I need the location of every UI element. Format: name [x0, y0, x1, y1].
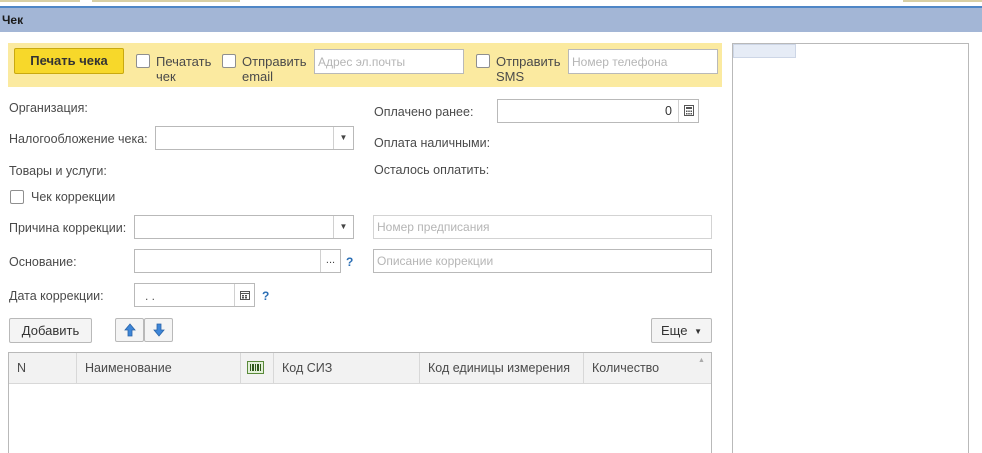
scroll-up-icon[interactable]: ▲: [698, 357, 705, 364]
select-ellipsis-button[interactable]: ...: [320, 250, 340, 272]
print-check-button[interactable]: Печать чека: [14, 48, 124, 74]
column-header-marking[interactable]: [241, 353, 274, 384]
table-header: N Наименование Код СИЗ Код единицы измер…: [9, 353, 711, 384]
correction-check-label: Чек коррекции: [31, 190, 116, 204]
tab-stub: [92, 0, 240, 2]
phone-input[interactable]: Номер телефона: [568, 49, 718, 74]
tab-stub: [903, 0, 982, 2]
print-check-label: Печатать чек: [156, 54, 212, 84]
chevron-down-icon[interactable]: ▼: [333, 127, 353, 149]
barcode-icon: [247, 361, 264, 374]
cash-payment-label: Оплата наличными:: [374, 136, 491, 150]
correction-date-label: Дата коррекции:: [9, 289, 104, 303]
send-email-checkbox[interactable]: [222, 54, 236, 68]
correction-date-value: . .: [145, 289, 156, 303]
paid-earlier-field[interactable]: 0: [497, 99, 699, 123]
column-header-name[interactable]: Наименование: [77, 353, 241, 384]
calendar-icon[interactable]: [234, 284, 254, 306]
tab-stub: [0, 0, 80, 2]
correction-description-input[interactable]: Описание коррекции: [373, 249, 712, 273]
window-title: Чек: [2, 13, 24, 27]
taxation-select[interactable]: ▼: [155, 126, 354, 150]
send-sms-label: Отправить SMS: [496, 54, 561, 84]
correction-reason-label: Причина коррекции:: [9, 221, 127, 235]
move-down-button[interactable]: [144, 318, 173, 342]
add-button[interactable]: Добавить: [9, 318, 92, 343]
calculator-icon[interactable]: [678, 100, 698, 122]
arrow-up-icon: [123, 323, 136, 337]
send-sms-checkbox[interactable]: [476, 54, 490, 68]
basis-help-icon[interactable]: ?: [346, 255, 353, 269]
chevron-down-icon: ▼: [694, 327, 702, 336]
more-button[interactable]: Еще ▼: [651, 318, 712, 343]
organization-label: Организация:: [9, 101, 88, 115]
send-email-label: Отправить email: [242, 54, 307, 84]
column-header-unit-code[interactable]: Код единицы измерения: [420, 353, 584, 384]
more-button-label: Еще: [661, 323, 688, 338]
column-header-quantity[interactable]: Количество: [584, 353, 694, 384]
goods-table[interactable]: N Наименование Код СИЗ Код единицы измер…: [8, 352, 712, 453]
basis-label: Основание:: [9, 255, 77, 269]
column-header-siz-code[interactable]: Код СИЗ: [274, 353, 420, 384]
taxation-label: Налогообложение чека:: [9, 132, 148, 146]
goods-label: Товары и услуги:: [9, 164, 107, 178]
correction-check-checkbox[interactable]: [10, 190, 24, 204]
date-help-icon[interactable]: ?: [262, 289, 269, 303]
correction-date-field[interactable]: . .: [134, 283, 255, 307]
title-bar: Чек: [0, 6, 982, 32]
basis-field[interactable]: ...: [134, 249, 341, 273]
email-input[interactable]: Адрес эл.почты: [314, 49, 464, 74]
remaining-label: Осталось оплатить:: [374, 163, 490, 177]
paid-earlier-value: 0: [665, 104, 672, 118]
order-number-input[interactable]: Номер предписания: [373, 215, 712, 239]
side-panel: [732, 43, 969, 453]
side-panel-tab[interactable]: [733, 44, 796, 58]
paid-earlier-label: Оплачено ранее:: [374, 105, 474, 119]
move-up-button[interactable]: [115, 318, 144, 342]
print-check-checkbox[interactable]: [136, 54, 150, 68]
column-header-n[interactable]: N: [9, 353, 77, 384]
arrow-down-icon: [152, 323, 165, 337]
chevron-down-icon[interactable]: ▼: [333, 216, 353, 238]
correction-reason-select[interactable]: ▼: [134, 215, 354, 239]
